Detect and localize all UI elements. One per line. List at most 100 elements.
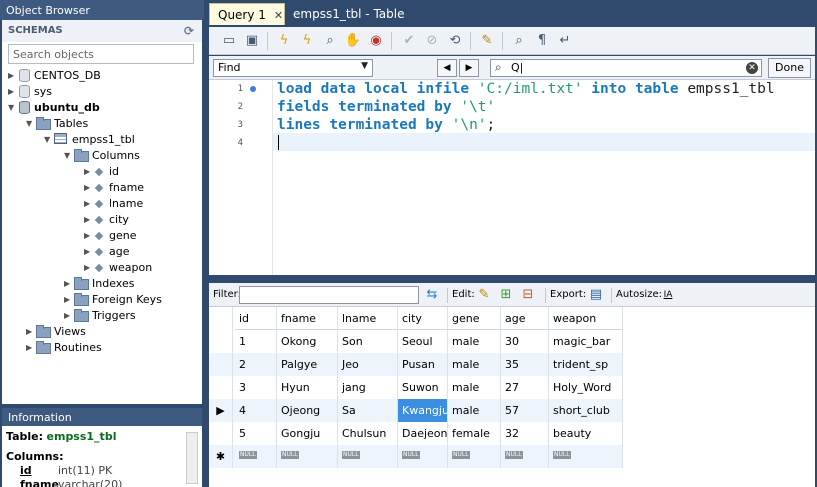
grid-cell[interactable]: Sa [338, 399, 398, 422]
autosize-columns-icon[interactable]: IA [659, 286, 677, 304]
grid-cell[interactable]: 30 [501, 330, 549, 353]
tree-column-id[interactable]: ▶ id [84, 164, 119, 180]
table-row[interactable]: 1 Okong Son Seoul male 30 magic_bar [209, 330, 623, 353]
close-icon[interactable]: ✕ [274, 9, 283, 22]
add-row-icon[interactable]: ⊞ [497, 286, 515, 304]
grid-cell[interactable]: 57 [501, 399, 549, 422]
beautify-brush-icon[interactable]: ✎ [477, 31, 497, 51]
stop-on-error-icon[interactable]: ◉ [366, 31, 386, 51]
tab-query-1[interactable]: Query 1 ✕ [209, 3, 285, 25]
grid-cell[interactable]: 1 [235, 330, 277, 353]
execute-current-icon[interactable]: ϟ [297, 31, 317, 51]
column-header[interactable]: fname [277, 307, 338, 330]
find-next-button[interactable]: ▶ [459, 59, 479, 77]
expand-arrow-icon[interactable]: ▶ [64, 308, 74, 324]
tree-column-city[interactable]: ▶ city [84, 212, 129, 228]
tree-item-sys[interactable]: ▶ sys [8, 84, 52, 100]
refresh-icon[interactable]: ⟳ [184, 24, 194, 38]
grid-cell[interactable]: Palgye [277, 353, 338, 376]
commit-check-icon[interactable]: ✔ [399, 31, 419, 51]
expand-arrow-icon[interactable]: ▶ [64, 292, 74, 308]
tree-item-centos-db[interactable]: ▶ CENTOS_DB [8, 68, 101, 84]
done-button[interactable]: Done [768, 58, 811, 78]
null-cell[interactable]: NULL [501, 445, 549, 468]
grid-cell[interactable]: Holy_Word [549, 376, 623, 399]
collapse-arrow-icon[interactable]: ▼ [8, 100, 18, 116]
expand-arrow-icon[interactable]: ▶ [26, 324, 36, 340]
null-cell[interactable]: NULL [338, 445, 398, 468]
expand-arrow-icon[interactable]: ▶ [84, 180, 94, 196]
null-cell[interactable]: NULL [277, 445, 338, 468]
grid-cell-selected[interactable]: Kwangju [398, 399, 448, 422]
explain-magnifier-icon[interactable]: ⌕ [320, 31, 340, 51]
tab-empss1-tbl-table[interactable]: empss1_tbl - Table [285, 3, 412, 25]
grid-cell[interactable]: 35 [501, 353, 549, 376]
tree-item-indexes[interactable]: ▶ Indexes [64, 276, 134, 292]
open-folder-icon[interactable]: ▭ [219, 31, 239, 51]
grid-cell[interactable]: Seoul [398, 330, 448, 353]
filter-input[interactable] [239, 286, 419, 304]
tree-item-columns[interactable]: ▼ Columns [64, 148, 140, 164]
grid-cell[interactable]: Okong [277, 330, 338, 353]
find-previous-button[interactable]: ◀ [437, 59, 457, 77]
tree-column-weapon[interactable]: ▶ weapon [84, 260, 152, 276]
expand-arrow-icon[interactable]: ▶ [84, 260, 94, 276]
refresh-icon[interactable]: ⇆ [423, 286, 441, 304]
tree-column-fname[interactable]: ▶ fname [84, 180, 144, 196]
rollback-icon[interactable]: ⊘ [422, 31, 442, 51]
collapse-arrow-icon[interactable]: ▼ [44, 132, 54, 148]
column-header[interactable]: city [398, 307, 448, 330]
export-save-icon[interactable]: ▤ [587, 286, 605, 304]
expand-arrow-icon[interactable]: ▶ [84, 164, 94, 180]
null-cell[interactable]: NULL [549, 445, 623, 468]
grid-cell[interactable]: 4 [235, 399, 277, 422]
grid-cell[interactable]: 2 [235, 353, 277, 376]
column-header[interactable]: gene [448, 307, 501, 330]
clear-icon[interactable]: ✕ [746, 62, 758, 74]
collapse-arrow-icon[interactable]: ▼ [64, 148, 74, 164]
tree-item-views[interactable]: ▶ Views [26, 324, 86, 340]
grid-cell[interactable]: Ojeong [277, 399, 338, 422]
find-magnifier-icon[interactable]: ⌕ [509, 31, 529, 51]
grid-cell[interactable]: magic_bar [549, 330, 623, 353]
tree-column-gene[interactable]: ▶ gene [84, 228, 137, 244]
tree-item-routines[interactable]: ▶ Routines [26, 340, 102, 356]
column-header[interactable]: age [501, 307, 549, 330]
grid-cell[interactable]: beauty [549, 422, 623, 445]
word-wrap-icon[interactable]: ↵ [555, 31, 575, 51]
tree-column-lname[interactable]: ▶ lname [84, 196, 143, 212]
new-row[interactable]: ✱ NULL NULL NULL NULL NULL NULL NULL [209, 445, 623, 468]
expand-arrow-icon[interactable]: ▶ [84, 228, 94, 244]
grid-cell[interactable]: short_club [549, 399, 623, 422]
null-cell[interactable]: NULL [398, 445, 448, 468]
grid-cell[interactable]: Hyun [277, 376, 338, 399]
grid-cell[interactable]: male [448, 353, 501, 376]
grid-cell[interactable]: jang [338, 376, 398, 399]
grid-cell[interactable]: 27 [501, 376, 549, 399]
expand-arrow-icon[interactable]: ▶ [84, 244, 94, 260]
collapse-arrow-icon[interactable]: ▼ [26, 116, 36, 132]
column-header[interactable]: id [235, 307, 277, 330]
tree-column-age[interactable]: ▶ age [84, 244, 130, 260]
tree-item-foreign-keys[interactable]: ▶ Foreign Keys [64, 292, 162, 308]
grid-cell[interactable]: Jeo [338, 353, 398, 376]
tree-item-ubuntu-db[interactable]: ▼ ubuntu_db [8, 100, 100, 116]
grid-cell[interactable]: Suwon [398, 376, 448, 399]
expand-arrow-icon[interactable]: ▶ [8, 68, 18, 84]
expand-arrow-icon[interactable]: ▶ [8, 84, 18, 100]
editor-results-splitter[interactable] [207, 275, 817, 283]
search-objects-input[interactable]: Search objects [8, 44, 194, 64]
tree-item-tables[interactable]: ▼ Tables [26, 116, 88, 132]
sql-editor[interactable]: 1 2 3 4 load data local infile 'C:/iml.t… [209, 80, 815, 275]
null-cell[interactable]: NULL [448, 445, 501, 468]
null-cell[interactable]: NULL [235, 445, 277, 468]
table-row[interactable]: 5 Gongju Chulsun Daejeon female 32 beaut… [209, 422, 623, 445]
grid-cell[interactable]: female [448, 422, 501, 445]
edit-cell-icon[interactable]: ✎ [475, 286, 493, 304]
grid-cell[interactable]: Chulsun [338, 422, 398, 445]
stop-hand-icon[interactable]: ✋ [343, 31, 363, 51]
grid-cell[interactable]: Son [338, 330, 398, 353]
table-row[interactable]: 2 Palgye Jeo Pusan male 35 trident_sp [209, 353, 623, 376]
grid-cell[interactable]: male [448, 330, 501, 353]
grid-cell[interactable]: Daejeon [398, 422, 448, 445]
